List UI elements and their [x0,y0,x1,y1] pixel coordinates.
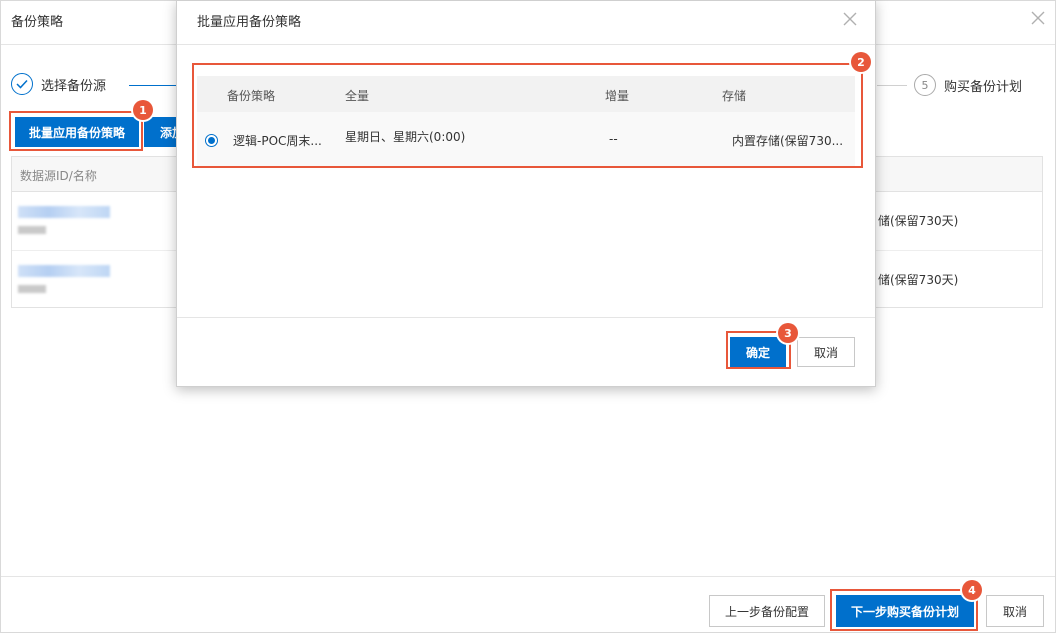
highlight-box [192,63,863,168]
column-header: 数据源ID/名称 [20,169,97,183]
step-badge: 2 [851,52,871,72]
step-connector [129,85,177,86]
step-badge: 4 [962,580,982,600]
dialog-cancel-button[interactable]: 取消 [797,337,855,367]
step-badge: 1 [133,100,153,120]
dialog-footer-divider [177,317,875,318]
storage-cell: 储(保留730天) [878,214,959,228]
panel-title: 备份策略 [11,15,64,30]
add-button[interactable]: 添加 [144,117,180,147]
footer-divider [1,576,1055,577]
redacted-source-name [18,226,46,234]
batch-apply-dialog: 批量应用备份策略 备份策略 全量 增量 存储 逻辑-POC周末... 星期日、星… [176,0,876,387]
close-icon[interactable] [841,10,859,28]
dialog-title: 批量应用备份策略 [197,15,302,30]
step-badge: 3 [778,323,798,343]
step-select-source: 选择备份源 [11,73,106,95]
redacted-source-name [18,285,46,293]
highlight-box [9,111,143,151]
step-label: 选择备份源 [41,78,107,94]
step-purchase-plan: 5 购买备份计划 [914,74,1022,96]
check-icon [11,73,33,95]
dialog-divider [177,44,875,45]
step-number: 5 [914,74,936,96]
highlight-box [830,589,978,631]
step-label: 购买备份计划 [944,79,1023,95]
prev-step-button[interactable]: 上一步备份配置 [709,595,825,627]
redacted-source-id [18,265,110,277]
redacted-source-id [18,206,110,218]
step-connector [877,85,907,86]
storage-cell: 储(保留730天) [878,273,959,287]
close-icon[interactable] [1029,9,1047,27]
cancel-button[interactable]: 取消 [986,595,1044,627]
